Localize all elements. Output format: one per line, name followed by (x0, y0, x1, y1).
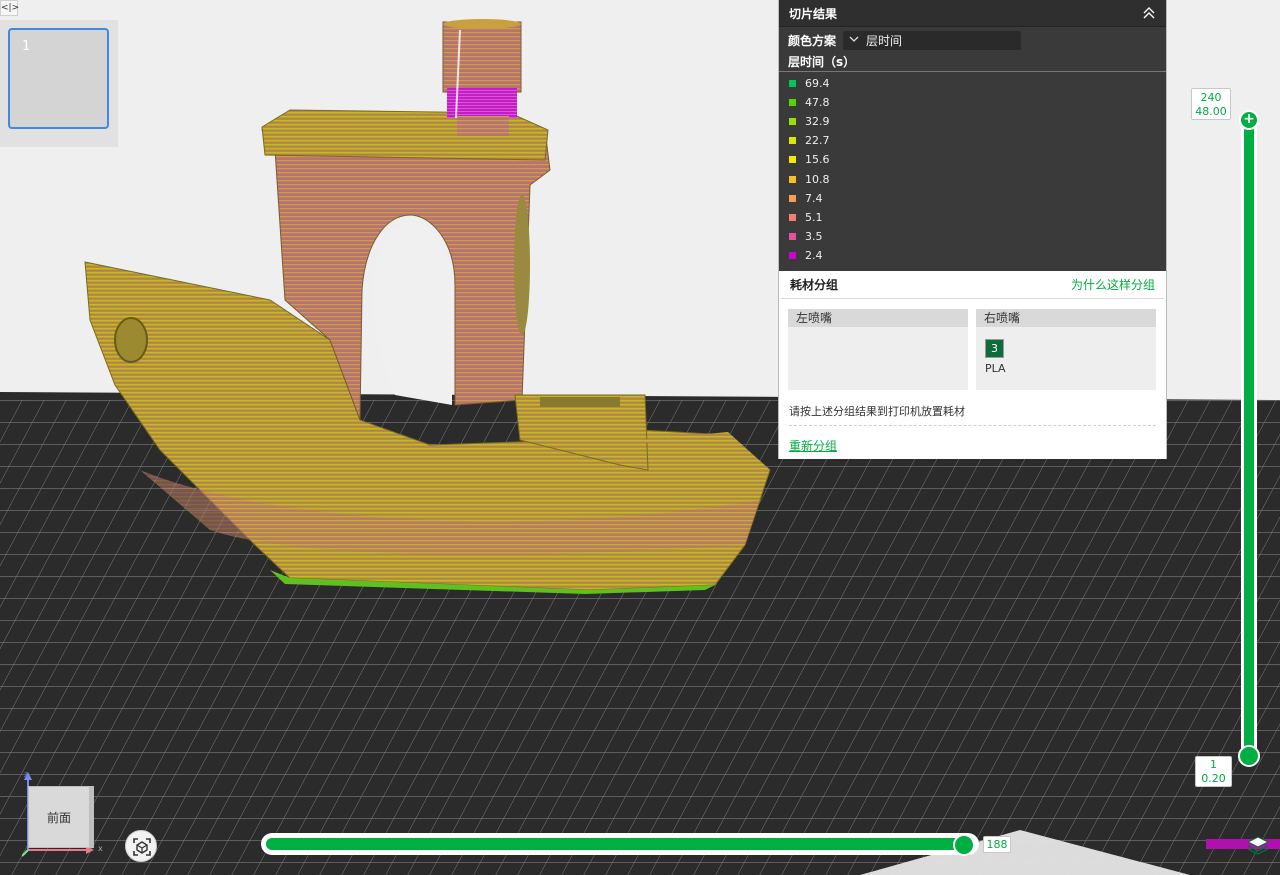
layers-toggle-button[interactable] (1206, 834, 1280, 856)
legend-value: 10.8 (805, 172, 830, 186)
legend-swatch (789, 137, 796, 145)
plate-thumbnail-1[interactable]: 1 (8, 28, 109, 129)
legend-item: 3.5 (789, 227, 1166, 246)
left-nozzle-group: 左喷嘴 (788, 309, 968, 390)
legend-swatch (789, 213, 796, 221)
legend-item: 69.4 (789, 74, 1166, 93)
left-nozzle-label: 左喷嘴 (788, 309, 968, 327)
top-layer-height: 48.00 (1195, 105, 1227, 118)
legend-item: 22.7 (789, 131, 1166, 150)
filament-group-section: 耗材分组 为什么这样分组 左喷嘴 右喷嘴 3 PLA 请按上述分组结果到打印机放… (779, 271, 1166, 459)
layer-slider-bottom-handle[interactable] (1238, 745, 1260, 767)
legend-swatch (789, 80, 796, 88)
legend-swatch (789, 99, 796, 107)
move-slider-fill (266, 838, 963, 850)
color-scheme-select[interactable]: 层时间 (843, 30, 1021, 50)
legend-item: 2.4 (789, 246, 1166, 265)
layer-slider-top-handle[interactable]: + (1239, 110, 1259, 130)
top-layer-number: 240 (1200, 91, 1222, 104)
legend-value: 69.4 (805, 77, 830, 91)
filament-slot-chip[interactable]: 3 (985, 339, 1004, 358)
plate-list-panel: 1 (0, 20, 118, 147)
legend-item: 5.1 (789, 208, 1166, 227)
legend-value: 7.4 (805, 191, 823, 205)
plus-icon: + (1243, 111, 1255, 127)
color-scheme-value: 层时间 (866, 33, 903, 48)
legend-value: 32.9 (805, 115, 830, 129)
regroup-link[interactable]: 重新分组 (779, 426, 1166, 454)
legend-swatch (789, 118, 796, 126)
sidebar-collapse-button[interactable]: <|> (0, 0, 19, 16)
layer-slider-fill (1244, 121, 1254, 757)
legend-swatch (789, 251, 796, 259)
bottom-layer-height: 0.20 (1201, 772, 1226, 785)
legend-swatch (789, 175, 796, 183)
legend-item: 10.8 (789, 169, 1166, 188)
legend-swatch (789, 194, 796, 202)
plate-number: 1 (22, 39, 31, 54)
legend-value: 22.7 (805, 134, 830, 148)
legend-item: 7.4 (789, 189, 1166, 208)
filament-type: PLA (985, 362, 1006, 375)
legend-item: 47.8 (789, 93, 1166, 112)
legend-swatch (789, 156, 796, 164)
slice-panel-header: 切片结果 (779, 0, 1166, 27)
collapse-panel-button[interactable] (1142, 6, 1156, 20)
right-nozzle-group: 右喷嘴 3 PLA (976, 309, 1156, 390)
legend-value: 5.1 (805, 210, 823, 224)
legend-swatch (789, 232, 796, 240)
legend-title: 层时间（s） (779, 52, 1166, 72)
legend-item: 32.9 (789, 112, 1166, 131)
layer-slider-bottom-label: 1 0.20 (1195, 756, 1232, 787)
color-scheme-label: 颜色方案 (788, 33, 837, 48)
legend-value: 47.8 (805, 96, 830, 110)
move-slider-handle[interactable] (953, 834, 975, 856)
legend-item: 15.6 (789, 150, 1166, 169)
nozzle-groups: 左喷嘴 右喷嘴 3 PLA (779, 299, 1166, 390)
view-cube[interactable]: 前面 z x (22, 770, 106, 858)
axis-z-label: z (24, 770, 29, 779)
chevron-down-icon (849, 35, 859, 46)
bottom-layer-number: 1 (1210, 758, 1217, 771)
double-chevron-up-icon (1143, 7, 1155, 19)
filament-group-header: 耗材分组 为什么这样分组 (781, 271, 1164, 299)
layer-slider-top-label: 240 48.00 (1191, 88, 1231, 120)
legend-value: 15.6 (805, 153, 830, 167)
fit-view-icon (133, 838, 151, 856)
axis-x-label: x (98, 844, 103, 853)
filament-placement-note: 请按上述分组结果到打印机放置耗材 (789, 405, 965, 418)
slice-panel-title: 切片结果 (789, 6, 838, 21)
fit-view-button[interactable] (125, 830, 157, 862)
view-cube-front-face[interactable]: 前面 (28, 786, 90, 848)
layer-time-legend: 69.4 47.8 32.9 22.7 15.6 10.8 7.4 5.1 3.5 2.4 (779, 72, 1166, 265)
view-cube-side (90, 786, 94, 848)
move-slider-value: 188 (983, 836, 1011, 853)
right-nozzle-label: 右喷嘴 (976, 309, 1156, 327)
why-grouping-link[interactable]: 为什么这样分组 (1071, 276, 1155, 293)
legend-value: 3.5 (805, 229, 823, 243)
legend-value: 2.4 (805, 248, 823, 262)
layers-icon (1206, 836, 1280, 855)
slice-result-panel: 切片结果 颜色方案 层时间 层时间（s） 69.4 47.8 32.9 22.7 15.… (778, 0, 1167, 459)
color-scheme-row: 颜色方案 层时间 (779, 28, 1166, 52)
filament-group-title: 耗材分组 (790, 278, 839, 292)
